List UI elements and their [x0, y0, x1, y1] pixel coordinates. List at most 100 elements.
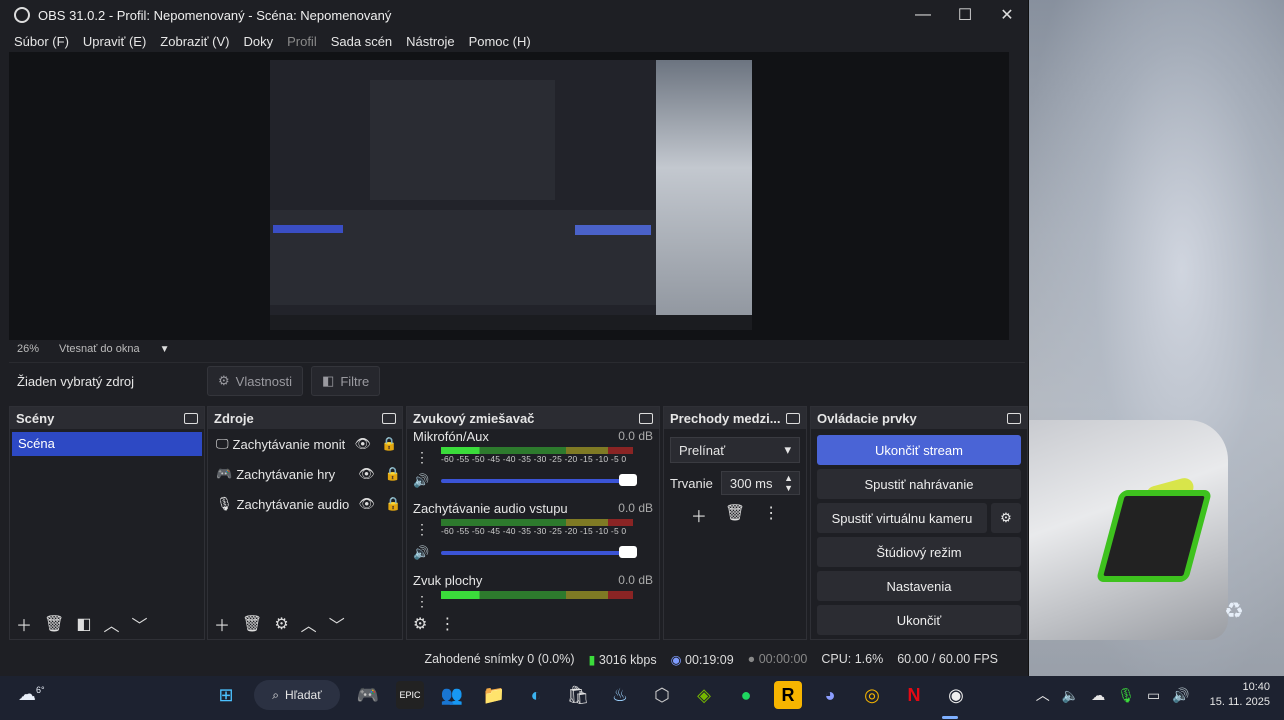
properties-button[interactable]: ⚙ Vlastnosti — [207, 366, 304, 396]
weather-widget[interactable]: ☁6° — [18, 684, 45, 705]
minimize-button[interactable]: — — [902, 0, 944, 30]
microphone-tray-icon[interactable]: 🎙 — [1117, 687, 1135, 704]
maximize-button[interactable]: ☐ — [944, 0, 986, 30]
close-button[interactable]: ✕ — [986, 0, 1028, 30]
unity-icon[interactable]: ⬡ — [648, 681, 676, 709]
speaker-icon[interactable]: 🔊 — [413, 545, 429, 561]
menu-view[interactable]: Zobraziť (V) — [160, 34, 229, 49]
start-recording-button[interactable]: Spustiť nahrávanie — [817, 469, 1021, 499]
settings-button[interactable]: Nastavenia — [817, 571, 1021, 601]
kebab-menu-icon[interactable]: ⋮ — [415, 521, 429, 538]
stop-stream-button[interactable]: Ukončiť stream — [817, 435, 1021, 465]
start-virtual-camera-button[interactable]: Spustiť virtuálnu kameru — [817, 503, 987, 533]
recycle-bin-icon[interactable]: ♻ — [1220, 598, 1248, 626]
menu-edit[interactable]: Upraviť (E) — [83, 34, 146, 49]
onedrive-icon[interactable]: ☁ — [1091, 687, 1105, 704]
add-icon[interactable]: ＋ — [691, 503, 707, 527]
dock-popout-icon[interactable] — [786, 412, 800, 424]
menu-file[interactable]: Súbor (F) — [14, 34, 69, 49]
add-icon[interactable]: ＋ — [214, 612, 230, 636]
volume-slider[interactable] — [441, 474, 637, 486]
source-item[interactable]: 🎙 Zachytávanie audio 👁 🔒 — [208, 489, 402, 519]
chevron-up-icon[interactable]: ︿ — [103, 612, 119, 636]
teams-icon[interactable]: 👥 — [438, 681, 466, 709]
controller-app-icon[interactable]: 🎮 — [354, 681, 382, 709]
virtual-camera-gear-icon[interactable]: ⚙ — [991, 503, 1021, 533]
eye-icon[interactable]: 👁 — [359, 496, 376, 512]
rockstar-icon[interactable]: R — [774, 681, 802, 709]
dock-popout-icon[interactable] — [184, 412, 198, 424]
netflix-icon[interactable]: N — [900, 681, 928, 709]
trash-icon[interactable]: 🗑 — [725, 503, 745, 527]
kebab-menu-icon[interactable]: ⋮ — [415, 593, 429, 610]
studio-mode-button[interactable]: Štúdiový režim — [817, 537, 1021, 567]
kebab-menu-icon[interactable]: ⋮ — [763, 503, 779, 527]
menu-profile[interactable]: Profil — [287, 34, 317, 49]
chevron-up-icon[interactable]: ︿ — [1036, 685, 1050, 705]
store-icon[interactable]: 🛍 — [564, 681, 592, 709]
lock-icon[interactable]: 🔒 — [385, 466, 401, 482]
chevron-down-icon[interactable]: ﹀ — [329, 612, 345, 636]
nested-preview — [370, 80, 555, 200]
mixer-title: Zvukový zmiešavač — [413, 410, 535, 426]
chrome-icon[interactable]: ◎ — [858, 681, 886, 709]
search-button[interactable]: ⌕ Hľadať — [254, 680, 340, 710]
chevron-down-icon[interactable]: ﹀ — [131, 612, 147, 636]
gear-icon[interactable]: ⚙ — [274, 614, 288, 634]
spin-arrows-icon[interactable]: ▲ ▼ — [784, 473, 793, 493]
transition-select[interactable]: Prelínať ▾ — [670, 437, 800, 463]
duration-spinbox[interactable]: 300 ms ▲ ▼ — [720, 471, 800, 495]
source-item[interactable]: 🖵 Zachytávanie monit 👁 🔒 — [208, 429, 402, 459]
clock-time: 10:40 — [1242, 681, 1270, 693]
cpu-usage: CPU: 1.6% — [821, 652, 884, 666]
nvidia-icon[interactable]: ◈ — [690, 681, 718, 709]
menu-help[interactable]: Pomoc (H) — [469, 34, 531, 49]
scene-item[interactable]: Scéna — [12, 432, 202, 456]
obs-window: OBS 31.0.2 - Profil: Nepomenovaný - Scén… — [0, 0, 1029, 676]
menu-tools[interactable]: Nástroje — [406, 34, 454, 49]
epic-games-icon[interactable]: EPIC — [396, 681, 424, 709]
chevron-down-icon[interactable]: ▼ — [160, 344, 170, 355]
advanced-audio-gear-icon[interactable]: ⚙ — [413, 614, 427, 634]
lock-icon[interactable]: 🔒 — [385, 496, 401, 512]
menu-docks[interactable]: Doky — [243, 34, 273, 49]
obs-taskbar-icon[interactable]: ◉ — [942, 681, 970, 709]
clock[interactable]: 10:40 15. 11. 2025 — [1210, 680, 1270, 710]
filters-button[interactable]: ◧ Filtre — [311, 366, 381, 396]
dock-popout-icon[interactable] — [1007, 412, 1021, 424]
source-item[interactable]: 🎮 Zachytávanie hry 👁 🔒 — [208, 459, 402, 489]
source-label: Zachytávanie hry — [236, 466, 336, 482]
discord-icon[interactable]: ◕ — [816, 681, 844, 709]
edge-icon[interactable]: ◐ — [522, 681, 550, 709]
slider-knob[interactable] — [619, 546, 637, 558]
signal-icon: ▮ — [588, 652, 596, 667]
add-icon[interactable]: ＋ — [16, 612, 32, 636]
steam-icon[interactable]: ♨ — [606, 681, 634, 709]
volume-meter — [441, 591, 633, 601]
trash-icon[interactable]: 🗑 — [44, 614, 64, 634]
monitor-icon: 🖵 — [216, 436, 229, 451]
volume-tray-icon[interactable]: 🔈 — [1062, 687, 1079, 704]
speaker-icon[interactable]: 🔊 — [413, 473, 429, 489]
windows-start-icon[interactable]: ⊞ — [212, 681, 240, 709]
file-explorer-icon[interactable]: 📁 — [480, 681, 508, 709]
slider-knob[interactable] — [619, 474, 637, 486]
window-title: OBS 31.0.2 - Profil: Nepomenovaný - Scén… — [38, 7, 392, 23]
dock-popout-icon[interactable] — [639, 412, 653, 424]
spotify-icon[interactable]: ● — [732, 681, 760, 709]
chevron-up-icon[interactable]: ︿ — [301, 612, 317, 636]
dock-popout-icon[interactable] — [382, 412, 396, 424]
speaker-tray-icon[interactable]: 🔊 — [1172, 687, 1189, 704]
fit-mode-select[interactable]: Vtesnať do okna — [59, 343, 140, 355]
lock-icon[interactable]: 🔒 — [381, 436, 397, 452]
kebab-menu-icon[interactable]: ⋮ — [439, 614, 455, 634]
eye-icon[interactable]: 👁 — [355, 436, 372, 452]
menu-scene-collection[interactable]: Sada scén — [331, 34, 392, 49]
kebab-menu-icon[interactable]: ⋮ — [415, 449, 429, 466]
trash-icon[interactable]: 🗑 — [242, 614, 262, 634]
filter-icon[interactable]: ◧ — [76, 614, 91, 634]
network-icon[interactable]: ▭ — [1147, 687, 1160, 704]
eye-icon[interactable]: 👁 — [358, 466, 375, 482]
volume-slider[interactable] — [441, 546, 637, 558]
exit-button[interactable]: Ukončiť — [817, 605, 1021, 635]
